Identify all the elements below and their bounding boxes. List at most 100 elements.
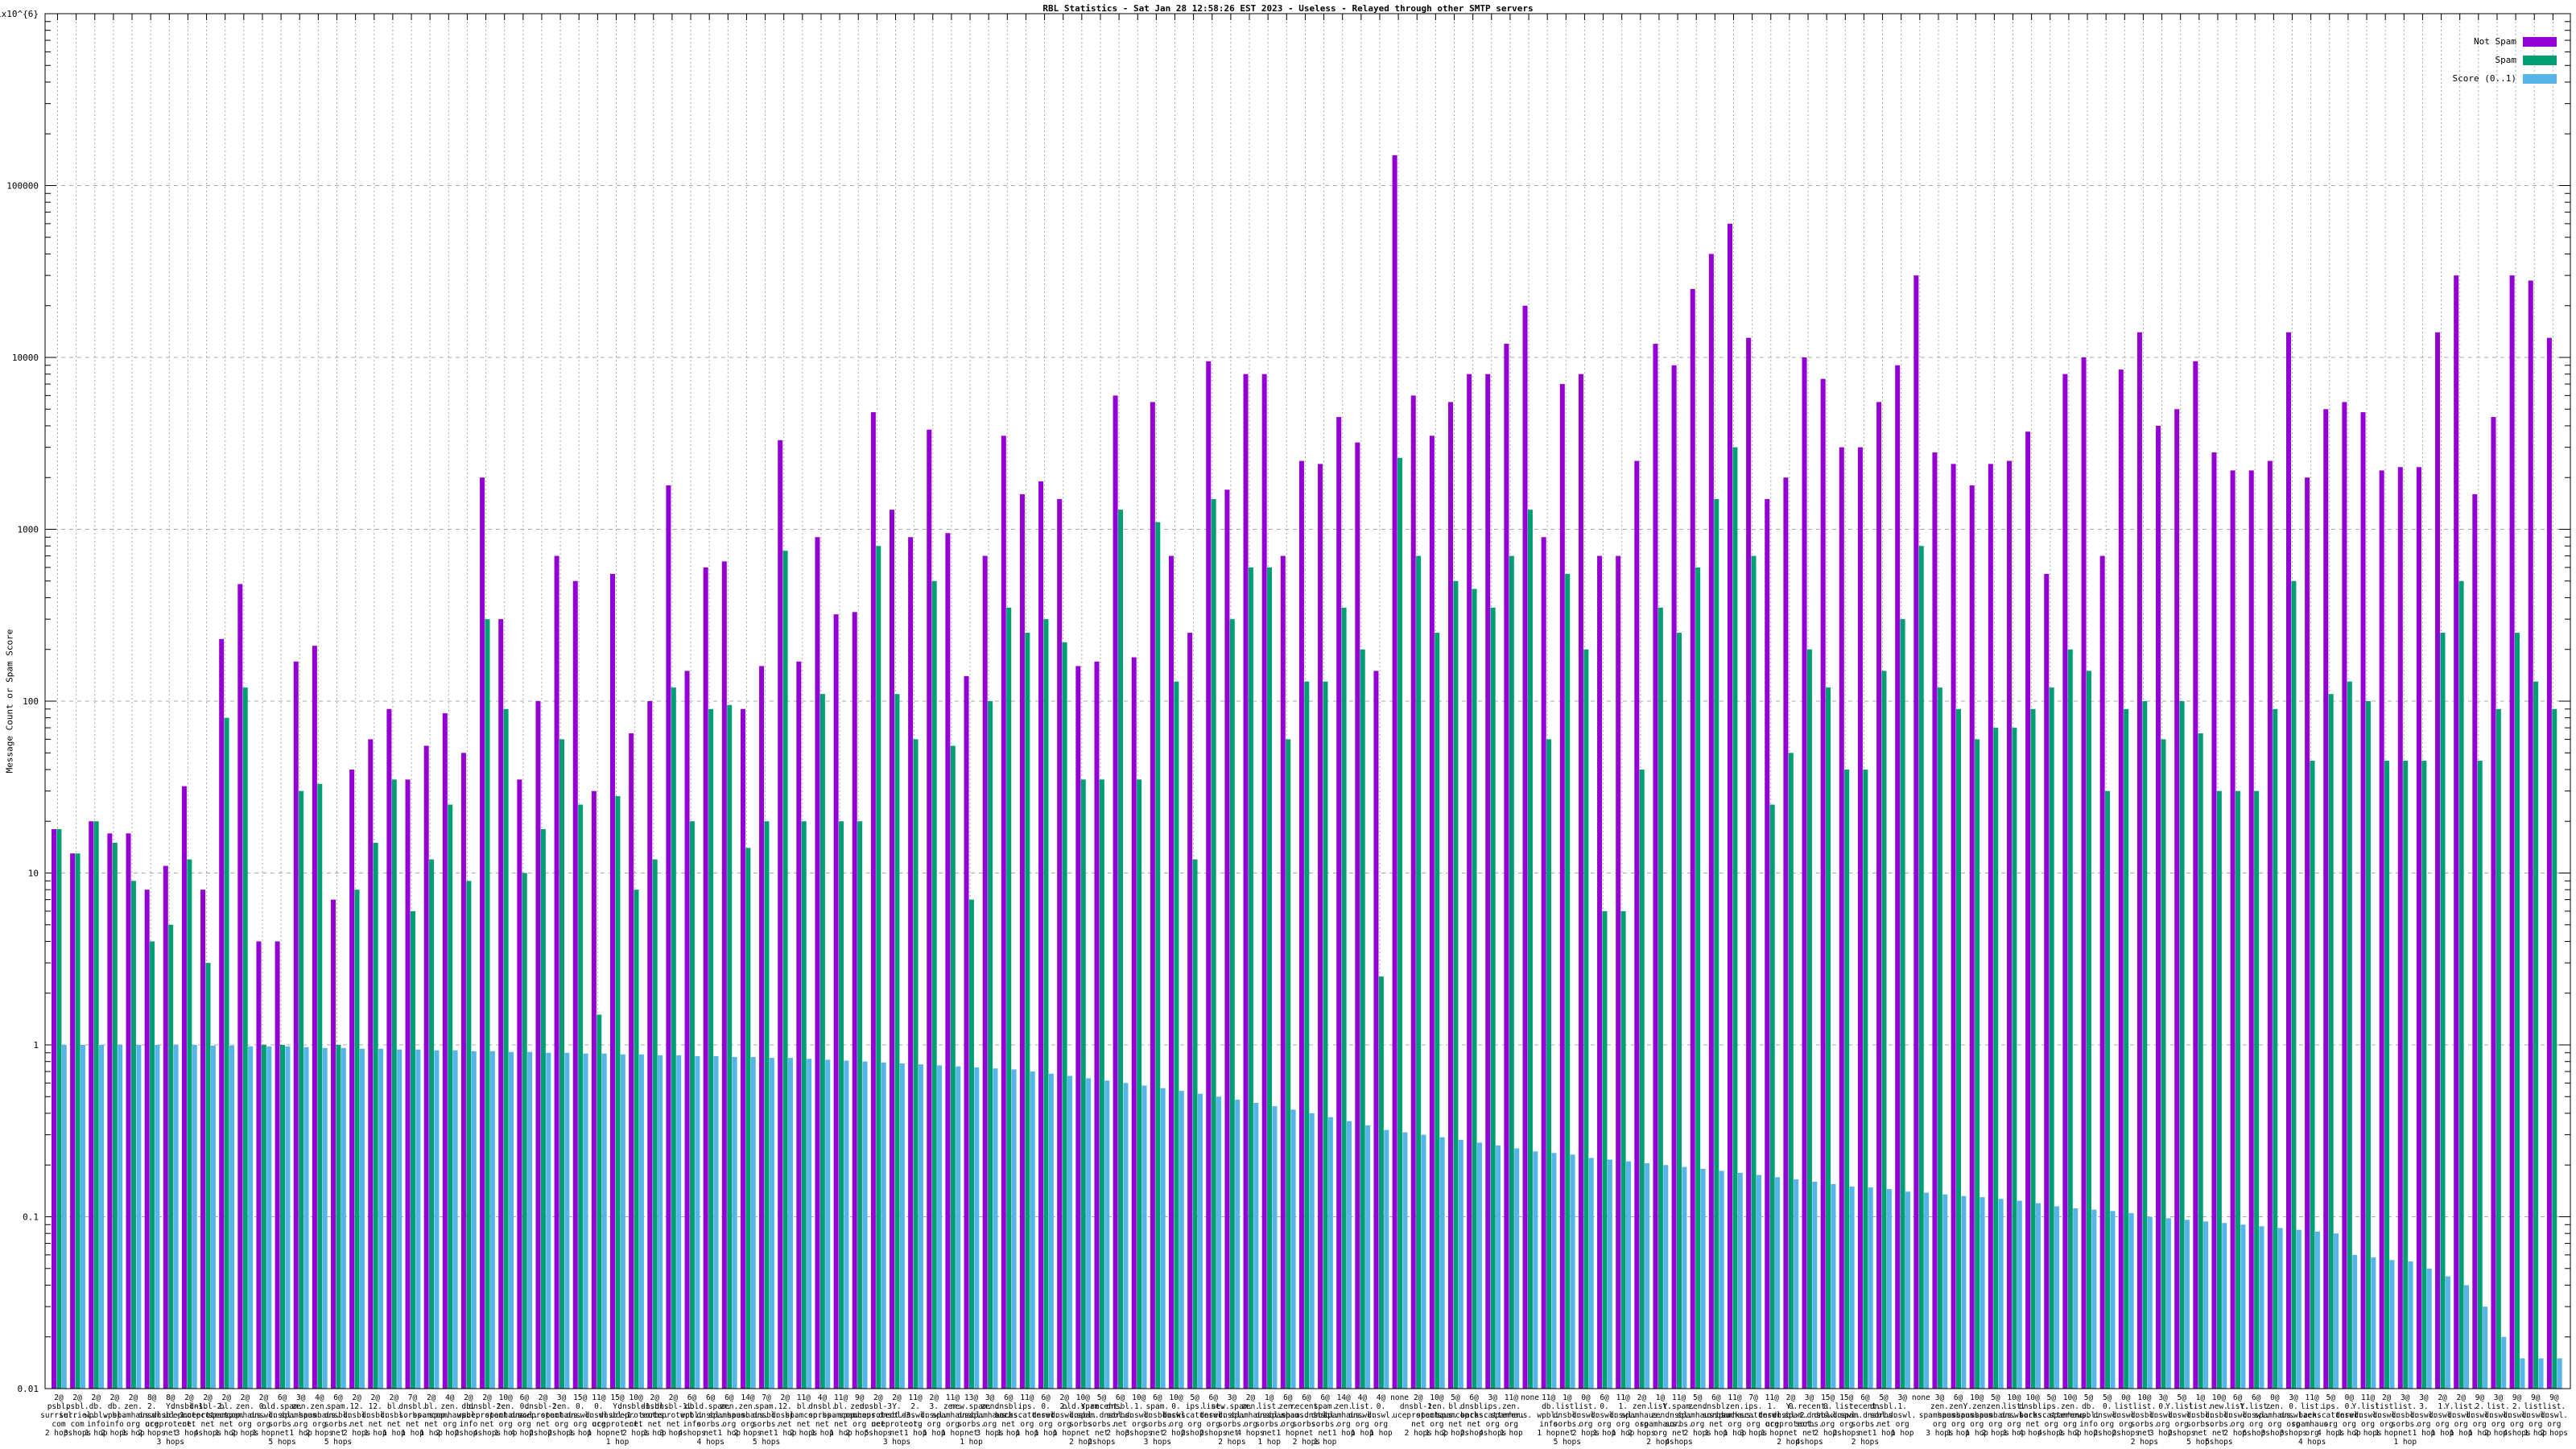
x-tick-label: net xyxy=(1262,1429,1276,1438)
bar-spam xyxy=(2161,739,2166,1389)
x-tick-label: 0. xyxy=(1823,1402,1832,1411)
x-tick-label: 6@ xyxy=(1711,1393,1721,1402)
bar-not-spam xyxy=(2174,409,2180,1389)
x-tick-label: 6@ xyxy=(1116,1393,1125,1402)
x-tick-label: 2@ xyxy=(1786,1393,1796,1402)
x-tick-label: 2@ xyxy=(371,1393,381,1402)
bar-score xyxy=(397,1049,402,1389)
bar-not-spam xyxy=(2305,477,2310,1389)
x-tick-label: 4@ xyxy=(445,1393,455,1402)
x-tick-label: 1@ xyxy=(1265,1393,1274,1402)
bar-score xyxy=(248,1046,254,1389)
x-tick-label: 6@ xyxy=(1954,1393,1963,1402)
x-tick-label: sorbs. xyxy=(1088,1420,1115,1429)
bar-spam xyxy=(540,828,546,1389)
bar-spam xyxy=(2142,701,2148,1389)
x-tick-label: 2 hops xyxy=(734,1429,762,1438)
bar-score xyxy=(1645,1162,1650,1389)
bar-spam xyxy=(2086,671,2091,1389)
x-tick-label: 2@ xyxy=(482,1393,492,1402)
bar-score xyxy=(844,1060,849,1389)
x-tick-label: 2@ xyxy=(352,1393,361,1402)
legend-swatch-spam xyxy=(2523,55,2557,65)
x-tick-label: org xyxy=(1728,1420,1741,1429)
y-tick-label: 10 xyxy=(28,869,39,879)
x-tick-label: 1 hop xyxy=(1761,1429,1784,1438)
x-tick-label: 11@ xyxy=(1616,1393,1630,1402)
x-tick-label: org xyxy=(1169,1420,1183,1429)
x-tick-label: 5@ xyxy=(1693,1393,1703,1402)
bar-not-spam xyxy=(1839,447,1844,1389)
x-tick-label: 4 hops xyxy=(678,1429,705,1438)
bar-spam xyxy=(280,1045,285,1389)
bar-score xyxy=(61,1045,67,1389)
x-tick-label: org xyxy=(1747,1420,1761,1429)
x-tick-label: none xyxy=(1912,1393,1930,1402)
bar-spam xyxy=(1993,728,1999,1389)
bar-score xyxy=(2314,1231,2320,1389)
x-tick-label: 15@ xyxy=(573,1393,587,1402)
x-tick-label: 8@ xyxy=(166,1393,175,1402)
x-tick-label: 11@ xyxy=(946,1393,960,1402)
x-tick-label: 10@ xyxy=(2007,1393,2021,1402)
y-tick-label: 1 xyxy=(33,1040,39,1051)
x-tick-label: 1 hop xyxy=(2375,1429,2398,1438)
x-tick-label: 2@ xyxy=(390,1393,399,1402)
x-tick-label: 5@ xyxy=(2084,1393,2094,1402)
x-tick-label: 3@ xyxy=(1897,1393,1907,1402)
x-tick-label: org xyxy=(2491,1420,2505,1429)
bar-not-spam xyxy=(927,429,932,1389)
bar-score xyxy=(1831,1183,1836,1389)
x-tick-label: org xyxy=(294,1420,308,1429)
bar-spam xyxy=(1639,769,1645,1389)
bar-score xyxy=(2054,1206,2060,1389)
x-tick-label: org xyxy=(2435,1420,2449,1429)
bar-spam xyxy=(2347,681,2352,1389)
bar-score xyxy=(2147,1216,2153,1389)
x-tick-label: 0. xyxy=(1600,1402,1608,1411)
bar-not-spam xyxy=(666,485,671,1389)
bar-score xyxy=(583,1053,588,1389)
x-tick-label: 6@ xyxy=(333,1393,343,1402)
bar-spam xyxy=(1490,607,1496,1389)
x-tick-label: net xyxy=(1858,1429,1872,1438)
bar-not-spam xyxy=(70,853,76,1389)
bar-not-spam xyxy=(2062,374,2068,1389)
x-tick-label: 2@ xyxy=(241,1393,250,1402)
x-tick-label: 1. xyxy=(1897,1402,1906,1411)
bar-not-spam xyxy=(833,614,839,1389)
x-tick-label: zen. xyxy=(236,1402,254,1411)
bar-score xyxy=(1402,1132,1408,1389)
x-tick-label: org xyxy=(1970,1420,1984,1429)
x-tick-label: 3@ xyxy=(2419,1393,2429,1402)
bar-score xyxy=(471,1051,477,1389)
bar-score xyxy=(2501,1336,2507,1389)
x-tick-label: sorbs. xyxy=(1144,1420,1171,1429)
x-tick-label: org xyxy=(2547,1420,2561,1429)
x-tick-label: 2@ xyxy=(650,1393,660,1402)
x-tick-label: 2 hops xyxy=(1088,1438,1115,1447)
x-tick-label: org xyxy=(2473,1420,2487,1429)
x-tick-label: org xyxy=(852,1420,866,1429)
x-tick-label: 2 hops xyxy=(1628,1429,1655,1438)
x-tick-label: org xyxy=(518,1420,531,1429)
x-tick-label: zen. xyxy=(1502,1402,1521,1411)
bar-spam xyxy=(75,853,80,1389)
x-tick-label: 2@ xyxy=(110,1393,120,1402)
x-tick-label: 2 hops xyxy=(306,1429,333,1438)
x-tick-label: net xyxy=(2194,1429,2207,1438)
bar-not-spam xyxy=(852,612,857,1389)
bar-not-spam xyxy=(2416,467,2421,1389)
x-tick-label: org xyxy=(2100,1420,2114,1429)
bar-spam xyxy=(224,717,229,1389)
bar-spam xyxy=(1341,607,1347,1389)
bar-spam xyxy=(1937,687,1942,1389)
bar-not-spam xyxy=(2397,467,2403,1389)
bar-not-spam xyxy=(1988,464,1993,1389)
bar-not-spam xyxy=(200,890,206,1389)
bar-score xyxy=(2557,1358,2562,1389)
bar-score xyxy=(1327,1117,1333,1389)
x-tick-label: list. xyxy=(2133,1402,2157,1411)
bar-spam xyxy=(2273,708,2278,1389)
x-tick-label: 1 hop xyxy=(1053,1429,1076,1438)
